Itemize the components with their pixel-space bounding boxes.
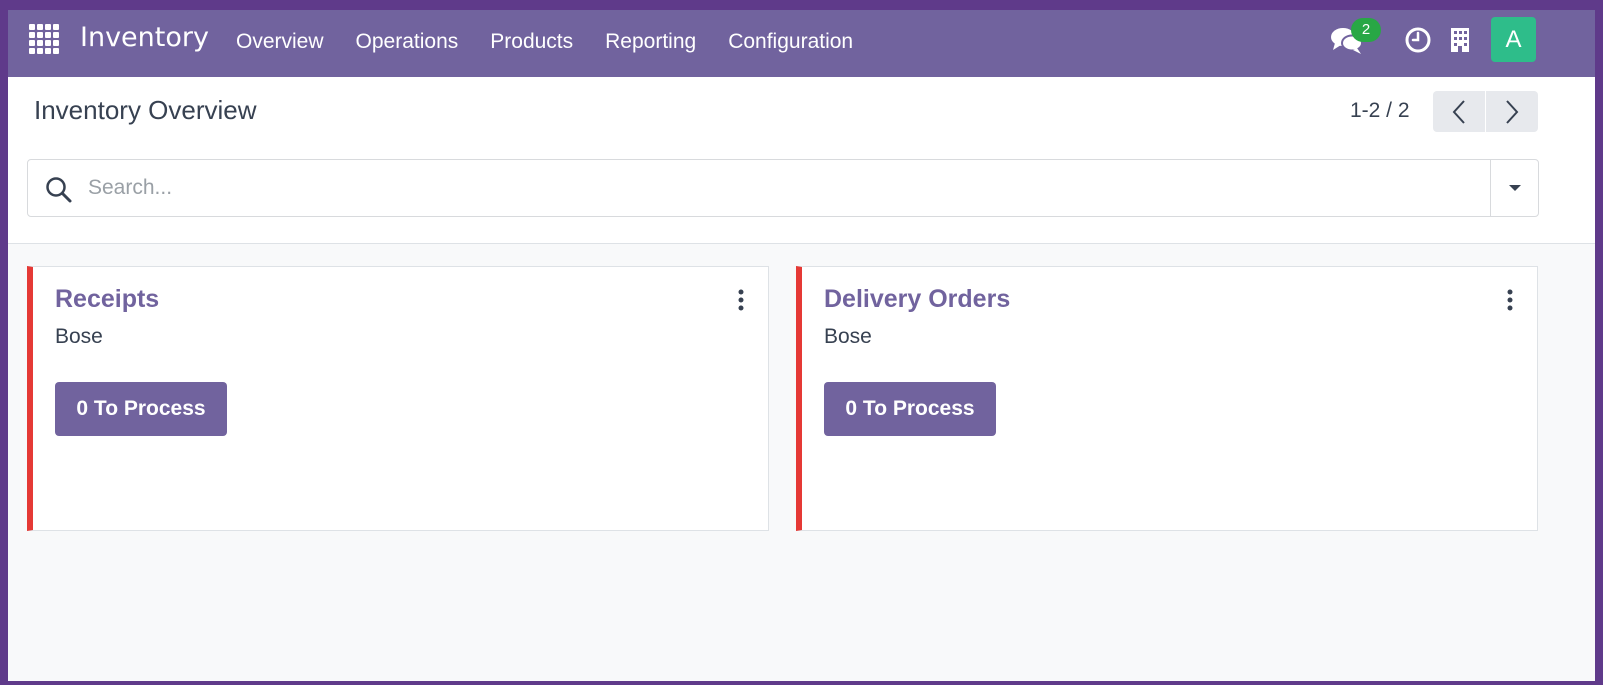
clock-icon[interactable]: [1404, 26, 1432, 54]
kebab-menu-icon[interactable]: [1505, 289, 1515, 311]
menu-item-products[interactable]: Products: [474, 26, 589, 58]
menu-item-overview[interactable]: Overview: [220, 26, 340, 58]
app-brand[interactable]: Inventory: [80, 22, 209, 53]
to-process-button[interactable]: 0 To Process: [824, 382, 996, 436]
top-navbar: Inventory Overview Operations Products R…: [8, 10, 1595, 77]
apps-grid-icon[interactable]: [29, 24, 59, 54]
pager-previous-button[interactable]: [1433, 91, 1485, 132]
building-icon[interactable]: [1449, 26, 1471, 54]
page-title: Inventory Overview: [34, 95, 257, 125]
card-title[interactable]: Receipts: [55, 285, 159, 314]
control-panel: Inventory Overview 1-2 / 2: [8, 77, 1595, 244]
caret-down-icon: [1508, 185, 1521, 191]
app-frame: Inventory Overview Operations Products R…: [8, 10, 1595, 681]
search-options-toggle[interactable]: [1490, 160, 1538, 216]
card-delivery-orders: Delivery Orders Bose 0 To Process: [796, 266, 1538, 531]
chat-badge: 2: [1351, 18, 1381, 42]
kebab-menu-icon[interactable]: [736, 289, 746, 311]
menu-item-reporting[interactable]: Reporting: [589, 26, 712, 58]
user-avatar[interactable]: A: [1491, 17, 1536, 62]
menu-item-configuration[interactable]: Configuration: [712, 26, 869, 58]
chevron-left-icon: [1452, 99, 1465, 124]
menu-item-operations[interactable]: Operations: [340, 26, 475, 58]
card-receipts: Receipts Bose 0 To Process: [27, 266, 769, 531]
chevron-right-icon: [1506, 99, 1519, 124]
search-bar: [27, 159, 1539, 217]
main-menu: Overview Operations Products Reporting C…: [220, 26, 869, 58]
card-title[interactable]: Delivery Orders: [824, 285, 1010, 314]
pager-value[interactable]: 1-2 / 2: [1350, 99, 1410, 123]
search-input[interactable]: [88, 168, 1478, 208]
card-subtitle: Bose: [824, 325, 872, 348]
to-process-button[interactable]: 0 To Process: [55, 382, 227, 436]
pager-next-button[interactable]: [1486, 91, 1538, 132]
card-subtitle: Bose: [55, 325, 103, 348]
search-icon: [46, 177, 72, 203]
